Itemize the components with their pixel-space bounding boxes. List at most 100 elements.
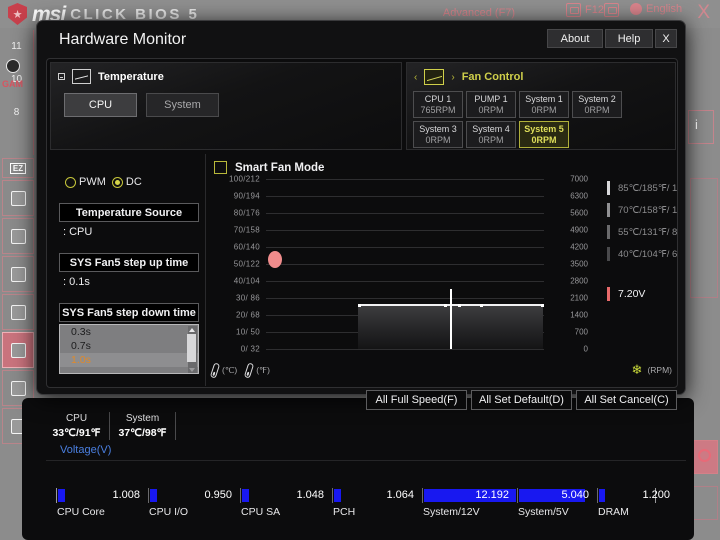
y2-tick-label: 7000 — [570, 174, 588, 184]
current-temperature-dot — [268, 251, 282, 268]
voltage-legend: 85℃/185℉/ 12.00V 70℃/158℉/ 10.80V 55℃/131℉… — [607, 177, 678, 305]
step-down-time-dropdown[interactable]: 0.3s 0.7s 1.0s — [59, 324, 199, 374]
legend-row: 55℃/131℉/ 8.40V — [607, 221, 677, 243]
dropdown-option[interactable]: 0.7s — [60, 339, 198, 353]
fan-tile[interactable]: System 4 0RPM — [466, 121, 516, 148]
dialog-lower-area: PWM DC Temperature Source : CPU SYS Fan5… — [47, 154, 678, 387]
dc-label: DC — [125, 176, 142, 188]
step-up-time-button[interactable]: SYS Fan5 step up time — [59, 253, 199, 272]
y-tick-label: 20/ 68 — [235, 310, 260, 320]
all-set-cancel-button[interactable]: All Set Cancel(C) — [576, 390, 677, 410]
voltage-value: 1.200 — [642, 489, 670, 501]
y2-tick-label: 2800 — [570, 276, 588, 286]
close-icon[interactable]: X — [697, 2, 710, 24]
bg-right-panel-3[interactable] — [690, 440, 718, 474]
legend-row: 85℃/185℉/ 12.00V — [607, 177, 678, 199]
dropdown-scrollbar[interactable] — [187, 326, 197, 373]
screenshot-button[interactable]: F12 — [566, 3, 604, 17]
fan-rpm: 0RPM — [531, 134, 557, 145]
rail-item-settings[interactable] — [2, 180, 34, 216]
scrollbar-thumb[interactable] — [187, 334, 196, 362]
curve-point[interactable] — [541, 304, 544, 307]
prev-arrow-icon[interactable]: ‹ — [414, 72, 417, 83]
temperature-source-button[interactable]: Temperature Source — [59, 203, 199, 222]
help-button[interactable]: Help — [605, 29, 653, 48]
bg-right-panel-1: i — [688, 110, 714, 144]
y-tick-label: 40/104 — [233, 276, 260, 286]
rail-item-mflash[interactable] — [2, 256, 34, 292]
fan-tile[interactable]: CPU 1 765RPM — [413, 91, 463, 118]
rail-item-ez[interactable]: EZ — [2, 158, 34, 178]
fan-rpm: 0RPM — [531, 104, 557, 115]
smart-fan-mode-row[interactable]: Smart Fan Mode — [207, 154, 677, 174]
about-button[interactable]: About — [547, 29, 603, 48]
all-full-speed-button[interactable]: All Full Speed(F) — [366, 390, 467, 410]
fan-tile[interactable]: System 3 0RPM — [413, 121, 463, 148]
language-button[interactable]: English — [630, 3, 682, 15]
temp-name: System — [125, 413, 160, 424]
current-temperature-marker[interactable] — [450, 289, 452, 349]
voltage-name: CPU Core — [57, 506, 105, 518]
smart-fan-mode-checkbox[interactable] — [214, 161, 227, 174]
bios-left-info: GAM 11 10 8 — [0, 30, 34, 155]
dc-radio[interactable] — [111, 176, 123, 188]
y2-tick-label: 4200 — [570, 242, 588, 252]
search-button[interactable] — [604, 3, 619, 17]
temp-readout-cpu: CPU 33℃/91℉ — [44, 412, 110, 440]
tab-system[interactable]: System — [146, 93, 219, 117]
game-boost-label: GAM — [2, 79, 23, 89]
pwm-label: PWM — [79, 176, 106, 188]
rail-item-oc[interactable] — [2, 218, 34, 254]
y2-tick-label: 6300 — [570, 191, 588, 201]
tab-cpu[interactable]: CPU — [64, 93, 137, 117]
fan-tile[interactable]: System 2 0RPM — [572, 91, 622, 118]
flash-icon — [10, 266, 26, 282]
voltage-value: 0.950 — [204, 489, 232, 501]
fan-curve-chart[interactable]: 100/212 90/194 80/176 70/158 60/140 50/122 40/… — [212, 175, 602, 359]
curve-point[interactable] — [358, 304, 361, 307]
temperature-tabs: CPU System — [51, 84, 401, 117]
next-arrow-icon[interactable]: › — [451, 72, 454, 83]
legend-color-swatch — [607, 181, 610, 195]
legend-row: 7.20V — [607, 283, 677, 305]
scroll-up-arrow-icon[interactable] — [189, 328, 195, 332]
collapse-icon[interactable] — [58, 73, 65, 80]
clock-icon — [6, 59, 20, 73]
y-tick-label: 70/158 — [233, 225, 260, 235]
scroll-down-arrow-icon[interactable] — [189, 368, 195, 372]
fan-name: System 5 — [524, 123, 564, 134]
rail-item-hardware-monitor[interactable] — [2, 332, 34, 368]
fan-tile[interactable]: PUMP 1 0RPM — [466, 91, 516, 118]
fan-tile[interactable]: System 5 0RPM — [519, 121, 569, 148]
voltage-bar — [242, 489, 249, 502]
y2-tick-label: 5600 — [570, 208, 588, 218]
y-tick-label: 90/194 — [233, 191, 260, 201]
curve-point[interactable] — [458, 304, 461, 307]
hardware-monitor-dialog: Hardware Monitor About Help X Temperatur… — [36, 20, 686, 395]
dropdown-option[interactable]: 1.0s — [60, 353, 198, 367]
fan-rpm: 0RPM — [478, 104, 504, 115]
step-down-time-button[interactable]: SYS Fan5 step down time — [59, 303, 199, 322]
voltage-name: System/5V — [518, 506, 569, 518]
unit-celsius-label: (℃) — [222, 364, 238, 375]
rail-item-favorites[interactable] — [2, 294, 34, 330]
voltage-cell: 1.200 DRAM — [598, 488, 678, 518]
voltage-name: PCH — [333, 506, 356, 518]
fan-tile[interactable]: System 1 0RPM — [519, 91, 569, 118]
pwm-radio[interactable] — [65, 176, 76, 188]
smart-fan-mode-label: Smart Fan Mode — [235, 161, 325, 174]
thermometer-fahrenheit-icon — [244, 361, 255, 379]
voltage-name: System/12V — [423, 506, 480, 518]
legend-label: 85℃/185℉/ 12.00V — [618, 182, 678, 194]
dropdown-option[interactable]: 0.3s — [60, 325, 198, 339]
dialog-close-button[interactable]: X — [655, 29, 677, 48]
curve-point[interactable] — [480, 304, 483, 307]
curve-point[interactable] — [444, 304, 447, 307]
chart-plot-area[interactable] — [266, 179, 544, 349]
language-label: English — [646, 3, 683, 15]
voltage-bar — [58, 489, 65, 502]
all-set-default-button[interactable]: All Set Default(D) — [471, 390, 572, 410]
fan-rpm: 0RPM — [584, 104, 610, 115]
voltage-bar — [599, 489, 605, 502]
y-tick-label: 100/212 — [228, 174, 260, 184]
